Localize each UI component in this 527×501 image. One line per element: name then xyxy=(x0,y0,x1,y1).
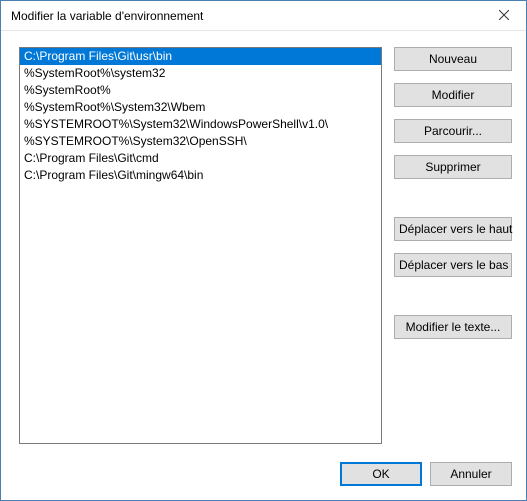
path-listbox[interactable]: C:\Program Files\Git\usr\bin%SystemRoot%… xyxy=(19,47,382,444)
edit-text-button[interactable]: Modifier le texte... xyxy=(394,315,512,339)
cancel-button[interactable]: Annuler xyxy=(430,462,512,486)
titlebar: Modifier la variable d'environnement xyxy=(1,1,526,31)
list-item[interactable]: C:\Program Files\Git\usr\bin xyxy=(20,48,381,65)
content-area: C:\Program Files\Git\usr\bin%SystemRoot%… xyxy=(1,31,526,454)
side-buttons: Nouveau Modifier Parcourir... Supprimer … xyxy=(394,47,512,444)
list-item[interactable]: C:\Program Files\Git\cmd xyxy=(20,150,381,167)
move-up-button[interactable]: Déplacer vers le haut xyxy=(394,217,512,241)
list-item[interactable]: %SystemRoot% xyxy=(20,82,381,99)
footer: OK Annuler xyxy=(1,454,526,500)
window-title: Modifier la variable d'environnement xyxy=(11,9,481,23)
close-icon xyxy=(499,9,509,23)
edit-button[interactable]: Modifier xyxy=(394,83,512,107)
dialog-window: Modifier la variable d'environnement C:\… xyxy=(0,0,527,501)
list-item[interactable]: %SystemRoot%\system32 xyxy=(20,65,381,82)
close-button[interactable] xyxy=(481,1,526,31)
new-button[interactable]: Nouveau xyxy=(394,47,512,71)
list-item[interactable]: %SystemRoot%\System32\Wbem xyxy=(20,99,381,116)
list-item[interactable]: %SYSTEMROOT%\System32\WindowsPowerShell\… xyxy=(20,116,381,133)
browse-button[interactable]: Parcourir... xyxy=(394,119,512,143)
delete-button[interactable]: Supprimer xyxy=(394,155,512,179)
move-down-button[interactable]: Déplacer vers le bas xyxy=(394,253,512,277)
list-item[interactable]: %SYSTEMROOT%\System32\OpenSSH\ xyxy=(20,133,381,150)
ok-button[interactable]: OK xyxy=(340,462,422,486)
list-item[interactable]: C:\Program Files\Git\mingw64\bin xyxy=(20,167,381,184)
